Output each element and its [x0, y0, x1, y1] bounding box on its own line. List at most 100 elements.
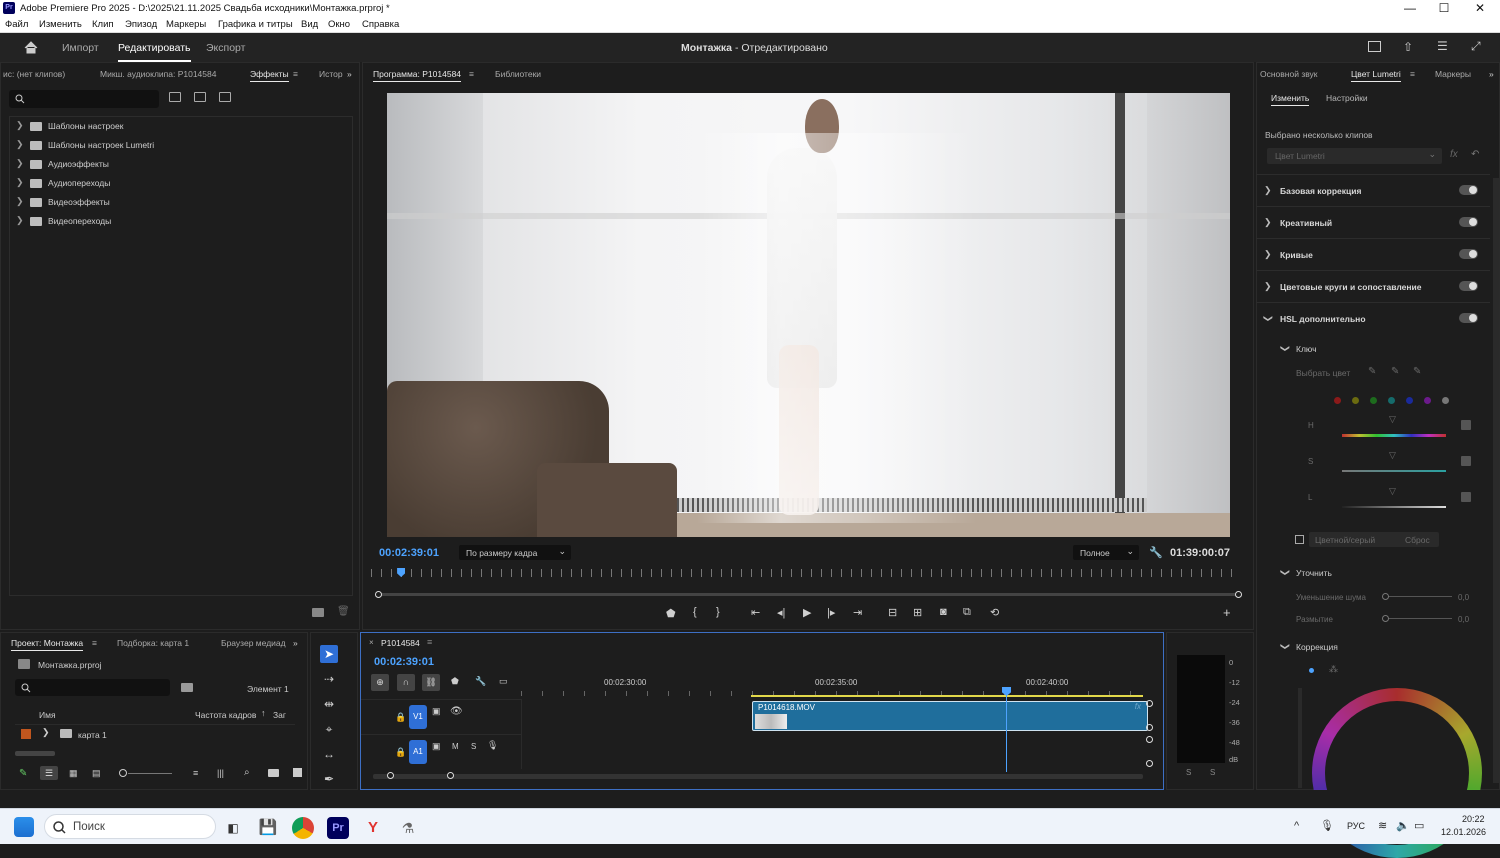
automate-to-sequence-icon[interactable]: |||	[217, 768, 224, 778]
tab-source[interactable]: ис: (нет клипов)	[3, 69, 65, 79]
lock-icon[interactable]: 🔒	[395, 712, 406, 723]
windows-start-icon[interactable]	[14, 817, 34, 837]
chevron-right-icon[interactable]: ❯	[1264, 217, 1272, 228]
tab-effects[interactable]: Эффекты	[250, 69, 289, 82]
single-wheel-icon[interactable]	[1309, 668, 1314, 673]
button-editor-icon[interactable]: +	[1223, 605, 1231, 620]
close-sequence-icon[interactable]: ×	[369, 638, 374, 647]
yuv-effects-icon[interactable]	[219, 92, 231, 102]
fx-badge[interactable]: fx	[1135, 702, 1141, 711]
comparison-view-icon[interactable]: ⧉	[963, 606, 971, 619]
chevron-right-icon[interactable]: ❯	[1264, 281, 1272, 292]
menu-window[interactable]: Окно	[328, 19, 350, 30]
tab-edit[interactable]: Изменить	[1271, 93, 1310, 106]
trash-icon[interactable]: 🗑	[337, 606, 350, 617]
color-swatch[interactable]	[1352, 397, 1359, 404]
new-search-bin-icon[interactable]	[181, 683, 193, 692]
wrench-icon[interactable]: 🔧	[1149, 546, 1163, 559]
chevron-down-icon[interactable]: ❯	[1279, 643, 1290, 651]
project-menu-icon[interactable]: ≡	[92, 638, 97, 648]
chevron-right-icon[interactable]: ❯	[16, 177, 24, 188]
captions-icon[interactable]: ▭	[499, 676, 508, 687]
home-icon[interactable]	[24, 41, 38, 54]
more-panels-icon[interactable]: »	[293, 638, 298, 648]
step-forward-icon[interactable]: |▸	[827, 606, 835, 619]
lumetri-menu-icon[interactable]: ≡	[1410, 69, 1415, 79]
color-swatch[interactable]	[1424, 397, 1431, 404]
tab-sequence[interactable]: P1014584	[381, 638, 420, 648]
edit-tab[interactable]: Редактировать	[118, 42, 191, 62]
mark-in-icon[interactable]: {	[693, 606, 697, 618]
write-protect-icon[interactable]: ✎	[19, 768, 27, 779]
section-toggle[interactable]	[1459, 185, 1478, 195]
timeline-scrollbar[interactable]	[373, 774, 1143, 779]
blur-value[interactable]: 0,0	[1458, 615, 1469, 624]
column-frame-rate[interactable]: Частота кадров	[195, 710, 256, 720]
sort-icons-icon[interactable]: ≡	[193, 768, 198, 778]
quick-export-icon[interactable]	[1368, 41, 1381, 52]
mark-out-icon[interactable]: }	[716, 606, 720, 618]
export-tab[interactable]: Экспорт	[206, 42, 245, 54]
eyedropper-add-icon[interactable]: ✎	[1391, 366, 1399, 377]
sequence-menu-icon[interactable]: ≡	[427, 637, 432, 647]
zoom-slider-handle[interactable]	[119, 769, 127, 777]
freeform-view-icon[interactable]: ▤	[92, 768, 101, 779]
tree-item-audio-effects[interactable]: ❯ Аудиоэффекты	[10, 155, 340, 174]
zoom-scrollbar[interactable]	[377, 593, 1239, 596]
accelerated-effects-icon[interactable]	[169, 92, 181, 102]
solo-right-button[interactable]: S	[1210, 768, 1215, 777]
linked-selection-icon[interactable]: ⛓	[422, 674, 440, 691]
chevron-right-icon[interactable]: ❯	[42, 727, 50, 738]
scrollbar-handle-right[interactable]	[1235, 591, 1242, 598]
color-gray-dropdown[interactable]: Цветной/серый Сброс	[1309, 532, 1439, 547]
eye-icon[interactable]: 👁	[450, 706, 463, 717]
new-bin-icon[interactable]	[268, 769, 279, 777]
add-marker-icon[interactable]: ⬟	[666, 607, 676, 620]
track-target-v1[interactable]: V1	[409, 705, 427, 729]
hue-slider[interactable]	[1342, 434, 1446, 437]
tab-project[interactable]: Проект: Монтажка	[11, 638, 84, 651]
minimize-button[interactable]: —	[1393, 0, 1427, 17]
tab-history[interactable]: Истор	[319, 69, 343, 79]
more-panels-icon[interactable]: »	[347, 69, 352, 79]
menu-view[interactable]: Вид	[301, 19, 318, 30]
chevron-down-icon[interactable]: ❯	[1279, 345, 1290, 353]
color-swatch[interactable]	[1334, 397, 1341, 404]
program-timecode[interactable]: 00:02:39:01	[379, 547, 439, 559]
floppy-app-icon[interactable]: 💾	[257, 817, 279, 839]
column-name[interactable]: Имя	[39, 710, 56, 720]
menu-help[interactable]: Справка	[362, 19, 399, 30]
tools-app-icon[interactable]: ⚗	[397, 817, 419, 839]
track-height-handle[interactable]	[1146, 724, 1153, 731]
close-button[interactable]: ✕	[1463, 0, 1497, 17]
color-swatch[interactable]	[1370, 397, 1377, 404]
lift-icon[interactable]: ⊟	[888, 606, 897, 619]
timeline-settings-icon[interactable]: 🔧	[475, 676, 486, 687]
section-toggle[interactable]	[1459, 249, 1478, 259]
zoom-slider[interactable]	[128, 773, 172, 774]
more-panels-icon[interactable]: »	[1489, 69, 1494, 79]
work-area-bar[interactable]	[751, 695, 1143, 697]
selection-tool-icon[interactable]: ➤	[320, 645, 338, 663]
section-color-wheels[interactable]: ❯ Цветовые круги и сопоставление	[1256, 270, 1490, 302]
section-toggle[interactable]	[1459, 281, 1478, 291]
scrollbar-handle-left[interactable]	[387, 772, 394, 779]
lock-icon[interactable]: 🔒	[395, 747, 406, 758]
lumetri-preset-dropdown[interactable]: Цвет Lumetri ⌄	[1267, 148, 1442, 164]
luminance-range-handle[interactable]: ▽	[1389, 486, 1396, 497]
saturation-slider[interactable]	[1342, 470, 1446, 472]
step-back-icon[interactable]: ◂|	[777, 606, 785, 619]
new-bin-icon[interactable]	[312, 608, 324, 617]
chevron-right-icon[interactable]: ❯	[16, 196, 24, 207]
fullscreen-icon[interactable]: ⤢	[1471, 39, 1481, 54]
tree-item-audio-transitions[interactable]: ❯ Аудиопереходы	[10, 174, 340, 193]
fit-dropdown[interactable]: По размеру кадра ⌄	[459, 545, 571, 560]
tab-audio-clip-mixer[interactable]: Микш. аудиоклипа: P1014584	[100, 69, 216, 79]
eyedropper-remove-icon[interactable]: ✎	[1413, 366, 1421, 377]
reset-button[interactable]: Сброс	[1405, 535, 1430, 545]
menu-graphics[interactable]: Графика и титры	[218, 19, 293, 30]
color-swatch[interactable]	[1406, 397, 1413, 404]
workspaces-menu-icon[interactable]: ☰	[1437, 39, 1448, 53]
share-icon[interactable]: ⇧	[1403, 40, 1413, 54]
tree-item-presets[interactable]: ❯ Шаблоны настроек	[10, 117, 340, 136]
